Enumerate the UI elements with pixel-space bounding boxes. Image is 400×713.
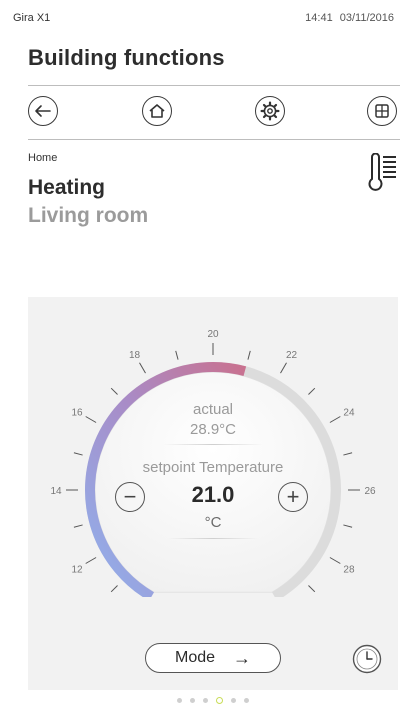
status-time: 14:41 bbox=[305, 12, 333, 24]
dial-tick bbox=[280, 362, 287, 374]
page-title: Building functions bbox=[28, 45, 225, 70]
divider bbox=[28, 139, 400, 140]
settings-button[interactable] bbox=[255, 96, 285, 126]
grid-view-button[interactable] bbox=[367, 96, 397, 126]
dial-tick bbox=[175, 350, 179, 360]
page-dot[interactable] bbox=[190, 698, 195, 703]
dial-scale-label: 18 bbox=[129, 350, 141, 361]
page-indicator[interactable] bbox=[0, 697, 400, 704]
dial-tick bbox=[343, 452, 353, 456]
page-dot[interactable] bbox=[177, 698, 182, 703]
dial-scale-label: 22 bbox=[286, 350, 298, 361]
dial-tick bbox=[308, 387, 316, 395]
actual-temperature: 28.9°C bbox=[189, 421, 237, 438]
setpoint-label: setpoint Temperature bbox=[142, 459, 284, 476]
actual-label: actual bbox=[192, 401, 234, 418]
clock-icon[interactable] bbox=[352, 644, 382, 674]
device-name: Gira X1 bbox=[13, 12, 51, 24]
function-title: Heating bbox=[28, 176, 106, 199]
dial-tick bbox=[247, 350, 251, 360]
page-dot[interactable] bbox=[231, 698, 236, 703]
divider bbox=[28, 85, 400, 86]
status-date: 03/11/2016 bbox=[339, 12, 394, 24]
home-icon bbox=[149, 104, 165, 118]
thermometer-icon bbox=[368, 153, 396, 191]
back-arrow-icon bbox=[35, 105, 51, 117]
dial-tick bbox=[329, 557, 341, 564]
dial-scale-label: 28 bbox=[343, 565, 355, 576]
page-dot-active[interactable] bbox=[216, 697, 223, 704]
dial-tick bbox=[110, 585, 118, 593]
increase-button[interactable]: + bbox=[278, 482, 308, 512]
arrow-right-icon: → bbox=[233, 647, 252, 668]
dial-tick bbox=[139, 362, 146, 374]
dial-tick bbox=[73, 452, 83, 456]
mode-label: Mode bbox=[174, 649, 216, 666]
settings-gear-icon bbox=[260, 101, 280, 121]
dial-scale-label: 12 bbox=[71, 565, 83, 576]
plus-icon: + bbox=[286, 484, 300, 509]
separator bbox=[168, 538, 258, 539]
setpoint-value: 21.0 bbox=[191, 482, 235, 507]
setpoint-unit: °C bbox=[204, 514, 222, 531]
dial-scale-label: 20 bbox=[207, 329, 219, 340]
home-button[interactable] bbox=[142, 96, 172, 126]
toolbar bbox=[0, 96, 400, 130]
dial-tick bbox=[110, 387, 118, 395]
mode-button[interactable]: Mode → bbox=[145, 643, 281, 673]
breadcrumb[interactable]: Home bbox=[28, 152, 57, 164]
status-bar: Gira X1 14:41 03/11/2016 bbox=[0, 0, 400, 30]
back-button[interactable] bbox=[28, 96, 58, 126]
dial-tick bbox=[308, 585, 316, 593]
dial-tick bbox=[85, 557, 97, 564]
page-dot[interactable] bbox=[203, 698, 208, 703]
page-dot[interactable] bbox=[244, 698, 249, 703]
separator bbox=[163, 444, 263, 445]
grid-icon bbox=[375, 104, 389, 118]
room-name: Living room bbox=[28, 204, 149, 227]
temperature-dial[interactable]: 1012141618202224262830 bbox=[28, 297, 398, 597]
clock: 14:41 03/11/2016 bbox=[305, 12, 394, 24]
